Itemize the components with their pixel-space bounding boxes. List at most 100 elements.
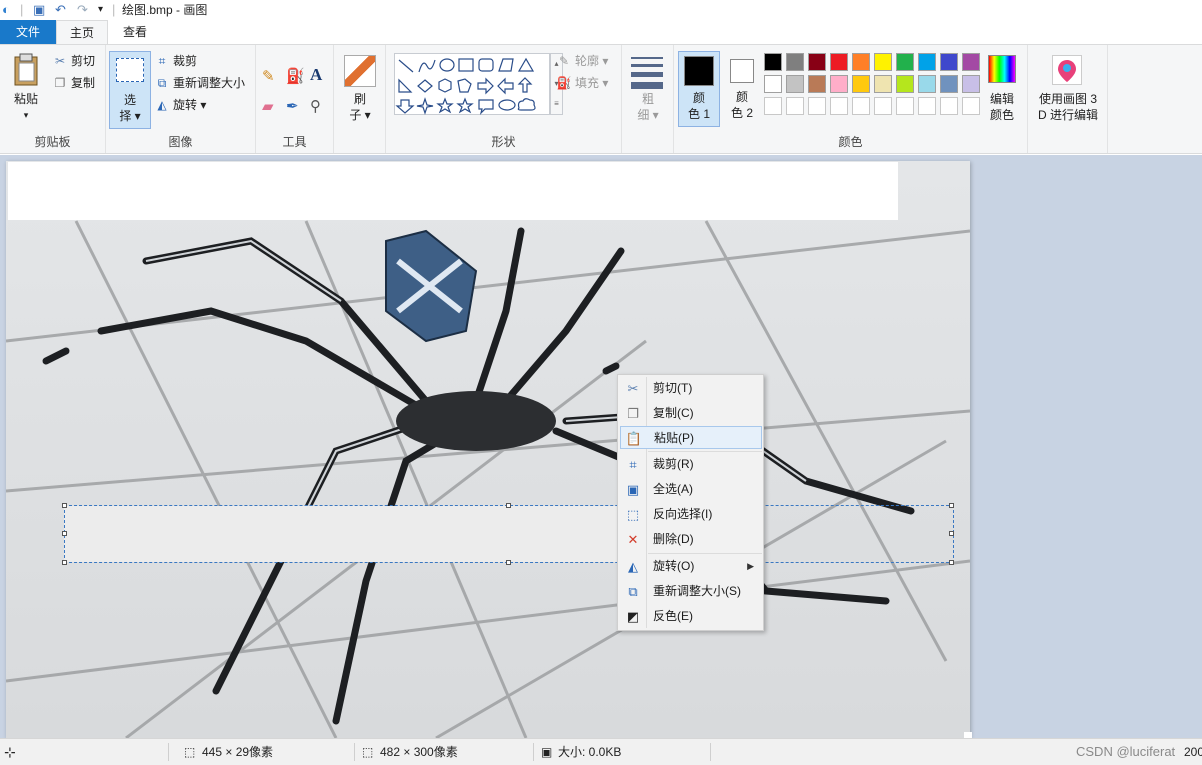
- tab-view[interactable]: 查看: [108, 20, 162, 44]
- palette-swatch[interactable]: [874, 75, 892, 93]
- custom-color-slot[interactable]: [764, 97, 782, 115]
- custom-color-slot[interactable]: [918, 97, 936, 115]
- size-label-bottom[interactable]: 细 ▾: [626, 107, 670, 123]
- palette-swatch[interactable]: [874, 53, 892, 71]
- paste-icon[interactable]: [12, 53, 40, 87]
- selection-handle-e[interactable]: [949, 531, 954, 536]
- custom-color-slot[interactable]: [830, 97, 848, 115]
- fill-button[interactable]: ⛽ 填充 ▾: [556, 73, 609, 93]
- menu-item-invert-color[interactable]: ◩ 反色(E): [620, 605, 762, 628]
- text-icon[interactable]: A: [310, 65, 322, 85]
- selection-handle-se[interactable]: [949, 560, 954, 565]
- paint3d-label-line1[interactable]: 使用画图 3: [1028, 91, 1108, 107]
- palette-swatch[interactable]: [830, 53, 848, 71]
- selection-handle-nw[interactable]: [62, 503, 67, 508]
- copy-button[interactable]: ❐ 复制: [52, 73, 95, 93]
- zoom-level[interactable]: 200: [1184, 739, 1202, 765]
- selection-handle-sw[interactable]: [62, 560, 67, 565]
- palette-swatch[interactable]: [830, 75, 848, 93]
- brush-label-bottom[interactable]: 子 ▾: [340, 107, 380, 123]
- save-icon[interactable]: ▣: [33, 2, 45, 18]
- palette-swatch[interactable]: [896, 75, 914, 93]
- menu-item-resize[interactable]: ⧉ 重新调整大小(S): [620, 580, 762, 603]
- palette-swatch[interactable]: [786, 75, 804, 93]
- line-size-icon[interactable]: [631, 57, 663, 89]
- paste-button-label[interactable]: 粘贴: [6, 91, 46, 107]
- app-icon[interactable]: ◐: [2, 2, 10, 18]
- cut-button[interactable]: ✂ 剪切: [52, 51, 95, 71]
- palette-swatch[interactable]: [962, 75, 980, 93]
- tools-group: ✎ ⛽ A ▰ ✒ ⚲ 工具: [256, 45, 334, 153]
- custom-color-slot[interactable]: [852, 97, 870, 115]
- custom-color-slot[interactable]: [786, 97, 804, 115]
- status-separator: [168, 743, 169, 761]
- redo-icon[interactable]: ↷: [77, 2, 88, 18]
- shapes-gallery[interactable]: [394, 53, 550, 115]
- edit-colors-label-top[interactable]: 编辑: [980, 91, 1024, 107]
- selection-handle-s[interactable]: [506, 560, 511, 565]
- spider-image: [6, 161, 970, 738]
- drawing-canvas[interactable]: [6, 161, 970, 738]
- rotate-button[interactable]: ◭ 旋转 ▾: [154, 95, 206, 115]
- paste-dropdown-icon[interactable]: ▾: [6, 107, 46, 123]
- resize-button[interactable]: ⧉ 重新调整大小: [154, 73, 245, 93]
- menu-item-paste[interactable]: 📋 粘贴(P): [620, 426, 762, 449]
- invert-color-icon: ◩: [626, 609, 640, 624]
- paint3d-icon[interactable]: [1052, 55, 1082, 85]
- palette-swatch[interactable]: [852, 53, 870, 71]
- palette-swatch[interactable]: [940, 53, 958, 71]
- palette-swatch[interactable]: [764, 53, 782, 71]
- selection-handle-ne[interactable]: [949, 503, 954, 508]
- palette-swatch[interactable]: [918, 75, 936, 93]
- watermark: CSDN @luciferat: [1076, 744, 1176, 759]
- edit-colors-icon[interactable]: [988, 55, 1016, 83]
- custom-color-slot[interactable]: [896, 97, 914, 115]
- color2-button[interactable]: 颜 色 2: [722, 51, 764, 127]
- fill-label: 填充: [575, 76, 600, 90]
- selection-handle-w[interactable]: [62, 531, 67, 536]
- selection-handle-n[interactable]: [506, 503, 511, 508]
- work-area[interactable]: [0, 155, 1202, 738]
- palette-swatch[interactable]: [786, 53, 804, 71]
- brush-label-top[interactable]: 刷: [340, 91, 380, 107]
- palette-swatch[interactable]: [962, 53, 980, 71]
- custom-color-slot[interactable]: [962, 97, 980, 115]
- paint3d-label-line2[interactable]: D 进行编辑: [1028, 107, 1108, 123]
- menu-item-delete[interactable]: ✕ 删除(D): [620, 528, 762, 551]
- tab-file[interactable]: 文件: [0, 20, 56, 44]
- eraser-icon[interactable]: ▰: [262, 97, 274, 115]
- fill-icon[interactable]: ⛽: [286, 67, 305, 85]
- menu-item-label: 复制(C): [653, 406, 694, 420]
- menu-item-invert-selection[interactable]: ⬚ 反向选择(I): [620, 503, 762, 526]
- palette-swatch[interactable]: [808, 75, 826, 93]
- crop-button[interactable]: ⌗ 裁剪: [154, 51, 197, 71]
- pencil-icon[interactable]: ✎: [262, 67, 275, 85]
- palette-swatch[interactable]: [852, 75, 870, 93]
- menu-item-rotate[interactable]: ◭ 旋转(O) ▶: [620, 555, 762, 578]
- color-picker-icon[interactable]: ✒: [286, 97, 299, 115]
- palette-swatch[interactable]: [764, 75, 782, 93]
- menu-item-select-all[interactable]: ▣ 全选(A): [620, 478, 762, 501]
- magnifier-icon[interactable]: ⚲: [310, 97, 321, 115]
- custom-color-slot[interactable]: [808, 97, 826, 115]
- custom-color-slot[interactable]: [940, 97, 958, 115]
- undo-icon[interactable]: ↶: [55, 2, 66, 18]
- crop-icon: ⌗: [158, 54, 166, 68]
- menu-item-crop[interactable]: ⌗ 裁剪(R): [620, 453, 762, 476]
- selection-rectangle[interactable]: [64, 505, 954, 563]
- menu-item-copy[interactable]: ❐ 复制(C): [620, 402, 762, 425]
- color1-button[interactable]: 颜 色 1: [678, 51, 720, 127]
- size-label-top[interactable]: 粗: [626, 91, 670, 107]
- edit-colors-label-bottom[interactable]: 颜色: [980, 107, 1024, 123]
- brush-icon[interactable]: [344, 55, 376, 87]
- palette-swatch[interactable]: [896, 53, 914, 71]
- outline-button[interactable]: ✎ 轮廓 ▾: [556, 51, 608, 71]
- palette-swatch[interactable]: [918, 53, 936, 71]
- tab-home[interactable]: 主页: [56, 20, 108, 44]
- customize-dropdown-icon[interactable]: ▾: [98, 2, 103, 18]
- palette-swatch[interactable]: [940, 75, 958, 93]
- select-button[interactable]: 选 择 ▾: [109, 51, 151, 129]
- menu-item-cut[interactable]: ✂ 剪切(T): [620, 377, 762, 400]
- custom-color-slot[interactable]: [874, 97, 892, 115]
- palette-swatch[interactable]: [808, 53, 826, 71]
